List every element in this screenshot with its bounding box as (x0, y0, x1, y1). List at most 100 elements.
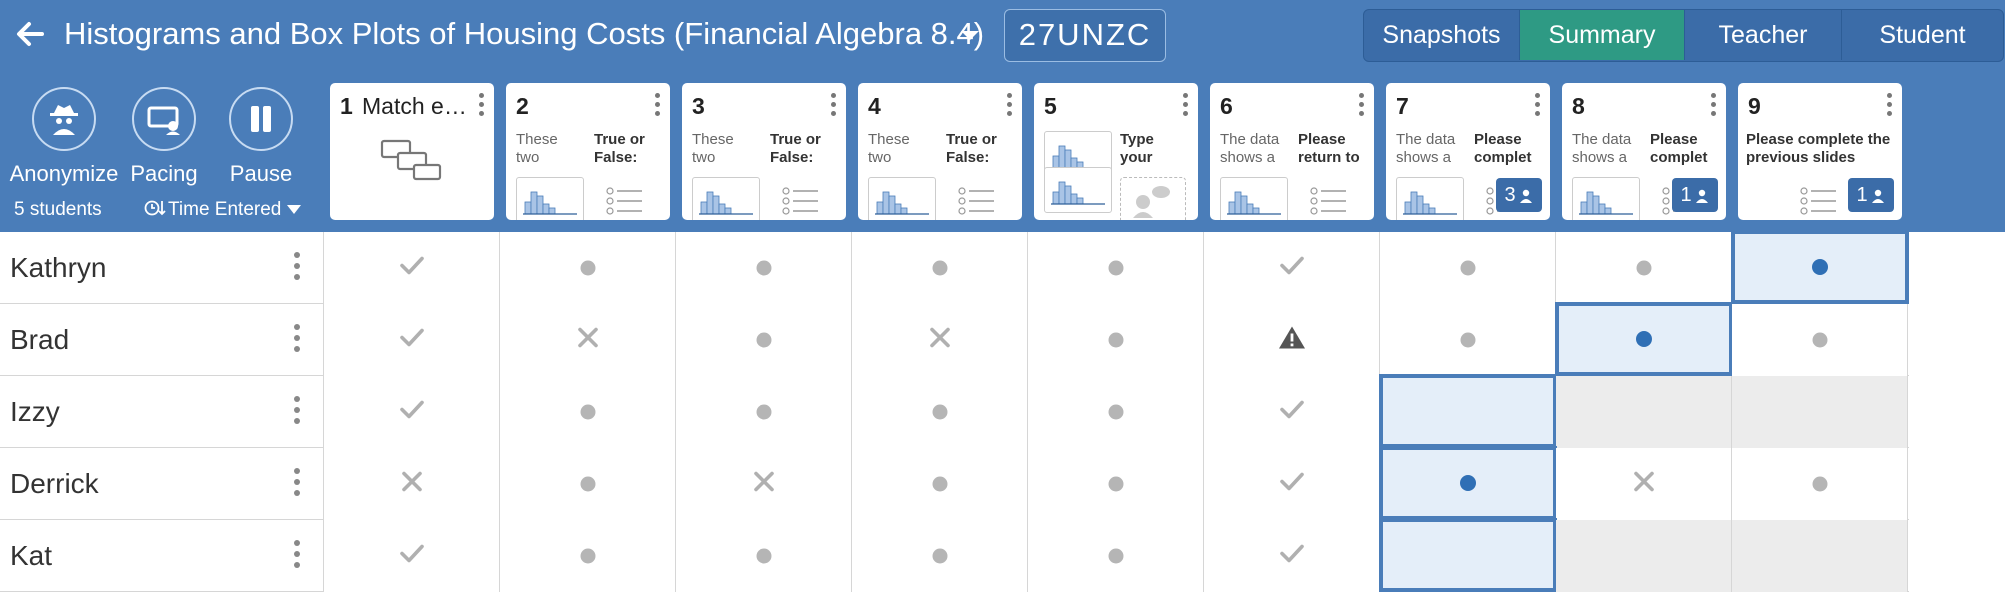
warning-icon (1278, 326, 1306, 355)
progress-cell[interactable] (324, 304, 500, 376)
progress-cell[interactable] (852, 448, 1028, 520)
progress-cell[interactable] (1732, 520, 1908, 592)
progress-cell[interactable] (1380, 304, 1556, 376)
slide-card-6[interactable]: 6 The data shows a Please return to (1210, 83, 1374, 220)
slide-card-9[interactable]: 9 Please complete the previous slides 1 (1738, 83, 1902, 220)
progress-cell[interactable] (676, 520, 852, 592)
check-icon (399, 543, 425, 570)
more-options-icon[interactable] (294, 540, 300, 572)
slide-card-3[interactable]: 3 These two True or False: (682, 83, 846, 220)
progress-cell[interactable] (1732, 376, 1908, 448)
progress-cell[interactable] (1204, 448, 1380, 520)
student-name[interactable]: Derrick (10, 448, 99, 520)
progress-cell[interactable] (676, 304, 852, 376)
slide-card-1[interactable]: 1 Match e… (330, 83, 494, 220)
progress-cell[interactable] (1556, 448, 1732, 520)
progress-cell[interactable] (1204, 520, 1380, 592)
progress-cell[interactable] (1028, 520, 1204, 592)
tab-snapshots[interactable]: Snapshots (1364, 10, 1520, 60)
progress-cell[interactable] (500, 304, 676, 376)
more-options-icon[interactable] (294, 252, 300, 284)
progress-cell[interactable] (1555, 302, 1733, 376)
students-on-slide-badge[interactable]: 3 (1496, 178, 1542, 212)
more-options-icon[interactable] (294, 396, 300, 428)
slide-card-2[interactable]: 2 These two True or False: (506, 83, 670, 220)
progress-cell[interactable] (1731, 230, 1909, 304)
progress-cell[interactable] (852, 304, 1028, 376)
student-name[interactable]: Kat (10, 520, 52, 592)
progress-cell[interactable] (324, 376, 500, 448)
progress-cell[interactable] (1380, 232, 1556, 304)
progress-cell[interactable] (1732, 448, 1908, 520)
progress-cell[interactable] (1379, 446, 1557, 520)
slide-card-8[interactable]: 8 The data shows a Please complet 1 (1562, 83, 1726, 220)
progress-cell[interactable] (1556, 376, 1732, 448)
progress-cell[interactable] (676, 376, 852, 448)
more-options-icon[interactable] (294, 468, 300, 500)
more-options-icon[interactable] (1886, 93, 1892, 119)
progress-cell[interactable] (1028, 448, 1204, 520)
progress-cell[interactable] (852, 376, 1028, 448)
student-name-cell[interactable]: Brad (0, 304, 324, 376)
progress-cell[interactable] (500, 376, 676, 448)
progress-cell[interactable] (676, 448, 852, 520)
progress-cell[interactable] (324, 448, 500, 520)
anonymize-icon (32, 87, 96, 151)
slide-card-5[interactable]: 5 Type your (1034, 83, 1198, 220)
slide-card-4[interactable]: 4 These two True or False: (858, 83, 1022, 220)
tab-summary[interactable]: Summary (1520, 10, 1685, 60)
more-options-icon[interactable] (830, 93, 836, 119)
student-name-cell[interactable]: Kathryn (0, 232, 324, 304)
student-name[interactable]: Brad (10, 304, 69, 376)
progress-cell[interactable] (1028, 304, 1204, 376)
progress-cell[interactable] (852, 520, 1028, 592)
progress-cell[interactable] (852, 232, 1028, 304)
list-thumbnail-icon (1800, 187, 1840, 217)
more-options-icon[interactable] (294, 324, 300, 356)
student-name[interactable]: Izzy (10, 376, 60, 448)
students-on-slide-badge[interactable]: 1 (1848, 178, 1894, 212)
progress-cell[interactable] (1204, 376, 1380, 448)
more-options-icon[interactable] (1358, 93, 1364, 119)
progress-cell[interactable] (324, 232, 500, 304)
more-options-icon[interactable] (1710, 93, 1716, 119)
progress-cell[interactable] (1379, 374, 1557, 448)
progress-cell[interactable] (1379, 518, 1557, 592)
tab-teacher[interactable]: Teacher (1685, 10, 1842, 60)
progress-cell[interactable] (1556, 232, 1732, 304)
tab-student[interactable]: Student (1842, 10, 2003, 60)
progress-cell[interactable] (500, 448, 676, 520)
more-options-icon[interactable] (1182, 93, 1188, 119)
student-name[interactable]: Kathryn (10, 232, 107, 304)
progress-cell[interactable] (1028, 376, 1204, 448)
slide-card-7[interactable]: 7 The data shows a Please complet 3 (1386, 83, 1550, 220)
student-name-cell[interactable]: Izzy (0, 376, 324, 448)
pause-button[interactable]: Pause (201, 87, 321, 187)
progress-cell[interactable] (676, 232, 852, 304)
student-name-cell[interactable]: Kat (0, 520, 324, 592)
slide-number: 2 (516, 93, 529, 119)
more-options-icon[interactable] (654, 93, 660, 119)
slide-snippet-left: The data shows a (1396, 131, 1456, 166)
check-icon (1279, 399, 1305, 426)
progress-cell[interactable] (500, 232, 676, 304)
student-name-cell[interactable]: Derrick (0, 448, 324, 520)
progress-cell[interactable] (1028, 232, 1204, 304)
sort-dropdown[interactable]: Time Entered (144, 198, 302, 221)
progress-cell[interactable] (324, 520, 500, 592)
x-icon (577, 327, 599, 354)
more-options-icon[interactable] (1006, 93, 1012, 119)
students-on-slide-badge[interactable]: 1 (1672, 178, 1718, 212)
lesson-title[interactable]: Histograms and Box Plots of Housing Cost… (64, 14, 984, 54)
chevron-down-icon[interactable] (955, 25, 985, 45)
progress-cell[interactable] (500, 520, 676, 592)
more-options-icon[interactable] (1534, 93, 1540, 119)
progress-cell[interactable] (1204, 232, 1380, 304)
progress-cell[interactable] (1732, 304, 1908, 376)
status-dot (756, 260, 771, 276)
progress-cell[interactable] (1556, 520, 1732, 592)
more-options-icon[interactable] (478, 93, 484, 119)
slide-snippet-right: Please complet (1650, 131, 1708, 166)
progress-cell[interactable] (1204, 304, 1380, 376)
back-arrow-icon[interactable] (12, 14, 48, 54)
